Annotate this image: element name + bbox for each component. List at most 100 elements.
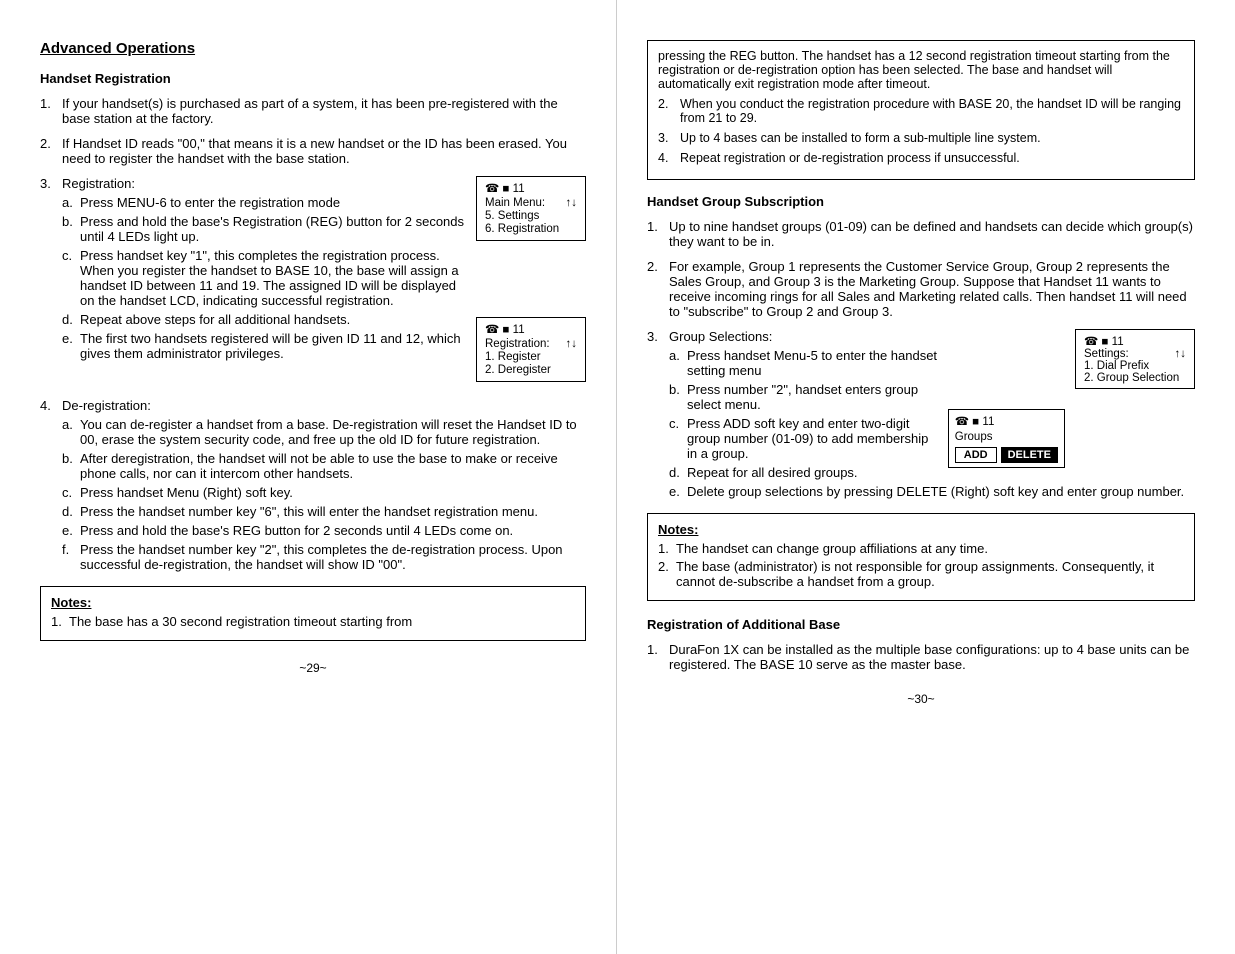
deregistration-alpha-list: a. You can de-register a handset from a … xyxy=(62,417,586,572)
list-num-4: 4. xyxy=(40,398,62,413)
group-list-content-2: For example, Group 1 represents the Cust… xyxy=(669,259,1195,319)
alpha-3c-right-num: c. xyxy=(669,416,687,431)
lcd1-item1: 5. Settings xyxy=(485,210,577,222)
alpha-4f: f. Press the handset number key "2", thi… xyxy=(62,542,586,572)
alpha-3d-right: d. Repeat for all desired groups. xyxy=(669,465,938,480)
list-content-2: If Handset ID reads "00," that means it … xyxy=(62,136,586,166)
left-notes-title: Notes: xyxy=(51,595,575,610)
list-item-4: 4. De-registration: a. You can de-regist… xyxy=(40,398,586,576)
alpha-4c-content: Press handset Menu (Right) soft key. xyxy=(80,485,586,500)
alpha-4c-num: c. xyxy=(62,485,80,500)
group-list-num-2: 2. xyxy=(647,259,669,274)
lcd2-item2: 2. Deregister xyxy=(485,364,577,376)
right-notes-box: Notes: 1. The handset can change group a… xyxy=(647,513,1195,601)
alpha-3a: a. Press MENU-6 to enter the registratio… xyxy=(62,195,466,210)
add-button[interactable]: ADD xyxy=(955,447,997,463)
groups-lcd-phone: ☎ ■ 11 xyxy=(955,414,995,428)
alpha-3d-right-num: d. xyxy=(669,465,687,480)
list-item-1: 1. If your handset(s) is purchased as pa… xyxy=(40,96,586,126)
group-subscription-heading: Handset Group Subscription xyxy=(647,194,1195,209)
left-page-footer: ~29~ xyxy=(40,661,586,675)
right-note-2: 2. The base (administrator) is not respo… xyxy=(658,559,1184,589)
alpha-3e-right: e. Delete group selections by pressing D… xyxy=(669,484,1195,499)
alpha-3b-right-num: b. xyxy=(669,382,687,397)
right-page-footer: ~30~ xyxy=(647,692,1195,706)
list-3-text: Registration: xyxy=(62,176,135,191)
left-notes-box: Notes: 1. The base has a 30 second regis… xyxy=(40,586,586,641)
alpha-3a-right-content: Press handset Menu-5 to enter the handse… xyxy=(687,348,938,378)
lcd1-menu-label: Main Menu: xyxy=(485,197,545,209)
handset-registration-heading: Handset Registration xyxy=(40,71,586,86)
additional-base-num-1: 1. xyxy=(647,642,669,657)
settings-lcd: ☎ ■ 11 Settings: ↑↓ 1. Dial Prefix 2. Gr… xyxy=(1075,329,1195,389)
alpha-3a-num: a. xyxy=(62,195,80,210)
right-note-2-text: The base (administrator) is not responsi… xyxy=(676,559,1184,589)
lcd-box-1: ☎ ■ 11 Main Menu:↑↓ 5. Settings 6. Regis… xyxy=(476,176,586,241)
groups-buttons-row: ADD DELETE xyxy=(955,447,1058,463)
lcd2-item1: 1. Register xyxy=(485,351,577,363)
alpha-3c-content: Press handset key "1", this completes th… xyxy=(80,248,466,308)
alpha-3d-content: Repeat above steps for all additional ha… xyxy=(80,312,466,327)
alpha-4a-content: You can de-register a handset from a bas… xyxy=(80,417,586,447)
settings-lcd-arrows: ↑↓ xyxy=(1175,348,1187,360)
group-list-item-1: 1. Up to nine handset groups (01-09) can… xyxy=(647,219,1195,249)
settings-lcd-item1: 1. Dial Prefix xyxy=(1084,360,1186,372)
group-list-content-1: Up to nine handset groups (01-09) can be… xyxy=(669,219,1195,249)
right-notes-title: Notes: xyxy=(658,522,1184,537)
alpha-3e-right-content: Delete group selections by pressing DELE… xyxy=(687,484,1195,499)
lcd2-menu-label: Registration: xyxy=(485,338,550,350)
additional-base-list: 1. DuraFon 1X can be installed as the mu… xyxy=(647,642,1195,672)
alpha-3e-content: The first two handsets registered will b… xyxy=(80,331,466,361)
additional-base-heading: Registration of Additional Base xyxy=(647,617,1195,632)
left-note-1-text: The base has a 30 second registration ti… xyxy=(69,614,412,629)
alpha-4e-content: Press and hold the base's REG button for… xyxy=(80,523,586,538)
alpha-3c: c. Press handset key "1", this completes… xyxy=(62,248,466,308)
alpha-3e: e. The first two handsets registered wil… xyxy=(62,331,466,361)
lcd-box-2: ☎ ■ 11 Registration:↑↓ 1. Register 2. De… xyxy=(476,317,586,382)
alpha-4b: b. After deregistration, the handset wil… xyxy=(62,451,586,481)
delete-button[interactable]: DELETE xyxy=(1001,447,1058,463)
group-list-item-2: 2. For example, Group 1 represents the C… xyxy=(647,259,1195,319)
top-box-list: 2. When you conduct the registration pro… xyxy=(658,97,1184,165)
registration-list: 1. If your handset(s) is purchased as pa… xyxy=(40,96,586,576)
lcd1-item2: 6. Registration xyxy=(485,223,577,235)
top-box-item-3: 3. Up to 4 bases can be installed to for… xyxy=(658,131,1184,145)
alpha-3d-num: d. xyxy=(62,312,80,327)
left-column: Advanced Operations Handset Registration… xyxy=(0,0,617,954)
page-title: Advanced Operations xyxy=(40,40,586,57)
alpha-3c-right-content: Press ADD soft key and enter two-digit g… xyxy=(687,416,938,461)
groups-lcd-label: Groups xyxy=(955,431,1058,443)
alpha-4d-content: Press the handset number key "6", this w… xyxy=(80,504,586,519)
top-box-item-3-num: 3. xyxy=(658,131,680,145)
alpha-4f-content: Press the handset number key "2", this c… xyxy=(80,542,586,572)
alpha-3b-right: b. Press number "2", handset enters grou… xyxy=(669,382,938,412)
alpha-3c-right: c. Press ADD soft key and enter two-digi… xyxy=(669,416,938,461)
alpha-3d: d. Repeat above steps for all additional… xyxy=(62,312,466,327)
left-note-1-num: 1. xyxy=(51,614,69,629)
alpha-4c: c. Press handset Menu (Right) soft key. xyxy=(62,485,586,500)
alpha-3a-content: Press MENU-6 to enter the registration m… xyxy=(80,195,466,210)
settings-lcd-item2: 2. Group Selection xyxy=(1084,372,1186,384)
group-list-item-3: 3. Group Selections: ☎ ■ 11 Settings: ↑↓… xyxy=(647,329,1195,503)
alpha-4e-num: e. xyxy=(62,523,80,538)
settings-lcd-phone: ☎ ■ 11 xyxy=(1084,334,1124,348)
lcd1-arrows: ↑↓ xyxy=(566,197,578,209)
alpha-4a-num: a. xyxy=(62,417,80,432)
groups-lcd: ☎ ■ 11 Groups ADD DELETE xyxy=(948,409,1065,468)
top-box-item-2-num: 2. xyxy=(658,97,680,111)
alpha-3e-right-num: e. xyxy=(669,484,687,499)
alpha-3a-right: a. Press handset Menu-5 to enter the han… xyxy=(669,348,938,378)
list-content-1: If your handset(s) is purchased as part … xyxy=(62,96,586,126)
alpha-3b: b. Press and hold the base's Registratio… xyxy=(62,214,466,244)
group-list-num-1: 1. xyxy=(647,219,669,234)
list-num-3: 3. xyxy=(40,176,62,191)
right-top-box: pressing the REG button. The handset has… xyxy=(647,40,1195,180)
alpha-3b-num: b. xyxy=(62,214,80,229)
top-box-text0: pressing the REG button. The handset has… xyxy=(658,49,1184,91)
settings-lcd-label: Settings: xyxy=(1084,348,1129,360)
list-content-4: De-registration: a. You can de-register … xyxy=(62,398,586,576)
alpha-3e-num: e. xyxy=(62,331,80,346)
right-note-1-text: The handset can change group affiliation… xyxy=(676,541,988,556)
alpha-4b-num: b. xyxy=(62,451,80,466)
alpha-4a: a. You can de-register a handset from a … xyxy=(62,417,586,447)
